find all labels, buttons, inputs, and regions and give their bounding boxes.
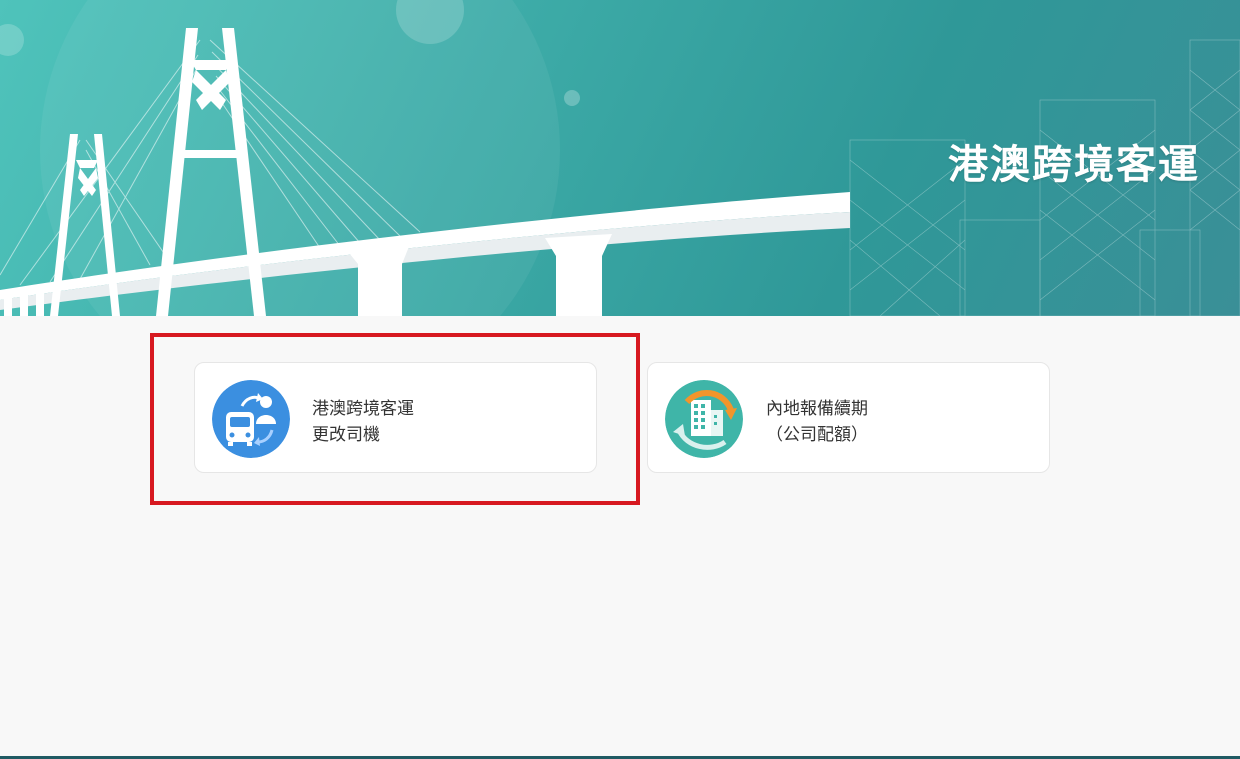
service-card-label: 內地報備續期 （公司配額） — [766, 396, 868, 448]
page: 港澳跨境客運 港澳跨境客運 更改司機 內地報備續期 （公司配額） — [0, 0, 1240, 759]
service-subtitle: 更改司機 — [312, 425, 380, 445]
building-renewal-icon — [665, 380, 743, 458]
service-card-change-driver[interactable]: 港澳跨境客運 更改司機 — [194, 362, 597, 473]
bus-driver-swap-icon — [212, 380, 290, 458]
header-banner: 港澳跨境客運 — [0, 0, 1240, 316]
banner-title: 港澳跨境客運 — [948, 142, 1200, 188]
service-card-mainland-renewal[interactable]: 內地報備續期 （公司配額） — [647, 362, 1050, 473]
service-subtitle: （公司配額） — [766, 425, 868, 445]
service-title: 港澳跨境客運 — [312, 399, 414, 419]
service-card-label: 港澳跨境客運 更改司機 — [312, 396, 414, 448]
service-title: 內地報備續期 — [766, 399, 868, 419]
